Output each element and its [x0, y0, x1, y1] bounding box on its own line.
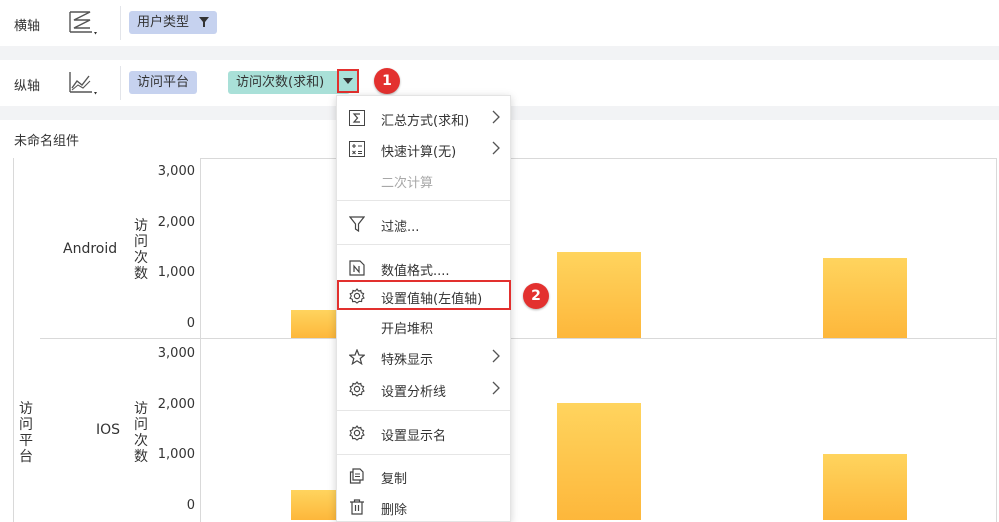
chevron-right-icon: [492, 349, 500, 363]
number-format-icon: [349, 260, 365, 276]
y-tick-label: 0: [186, 498, 195, 513]
star-icon: [349, 349, 365, 365]
menu-item-aggregation[interactable]: 汇总方式(求和): [337, 104, 510, 132]
y-tick-label: 3,000: [157, 164, 195, 179]
category-label-ios: IOS: [96, 422, 121, 438]
y-tick-label: 1,000: [157, 265, 195, 281]
trash-icon: [350, 499, 364, 515]
line-chart-selector-icon[interactable]: [66, 68, 98, 98]
bar[interactable]: [557, 251, 641, 338]
plot-border-top: [200, 158, 997, 159]
bar[interactable]: [823, 454, 907, 520]
y-tick-label: 3,000: [157, 346, 195, 361]
menu-item-special-display[interactable]: 特殊显示: [337, 343, 510, 371]
axis-gap: [0, 46, 999, 60]
x-axis-field-pill[interactable]: 用户类型: [129, 11, 218, 34]
filter-icon: [349, 216, 365, 232]
y-axis-label: 纵轴: [14, 79, 41, 94]
menu-separator: [337, 454, 510, 455]
axis-separator: [120, 6, 121, 40]
menu-item-set-value-axis[interactable]: 设置值轴(左值轴): [337, 282, 510, 310]
y-tick-label: 1,000: [157, 447, 195, 463]
x-axis-row: 横轴 用户类型: [0, 0, 999, 46]
menu-item-delete[interactable]: 删除: [337, 493, 510, 521]
chevron-right-icon: [492, 141, 500, 155]
y-axis-field-visits[interactable]: 访问次数(求和): [228, 71, 351, 94]
menu-item-analysis-line[interactable]: 设置分析线: [337, 375, 510, 403]
menu-separator: [337, 244, 510, 245]
menu-item-filter[interactable]: 过滤...: [337, 210, 510, 238]
plot-border-left: [200, 158, 201, 522]
caret-down-icon: [343, 78, 353, 84]
y-tick-label: 0: [186, 316, 195, 331]
gear-icon: [349, 288, 365, 304]
bar[interactable]: [823, 257, 907, 338]
sigma-icon: [349, 110, 365, 126]
field-dropdown-button[interactable]: [337, 69, 359, 93]
menu-item-enable-stacking[interactable]: 开启堆积: [337, 312, 510, 340]
step-badge-1: 1: [374, 68, 400, 94]
chevron-right-icon: [492, 110, 500, 124]
field-context-menu: 汇总方式(求和) 快速计算(无) 二次计算 过滤... 数值格式.... 设置值…: [336, 95, 511, 522]
chart-border-left: [13, 158, 14, 522]
menu-item-number-format[interactable]: 数值格式....: [337, 254, 510, 282]
y-tick-label: 2,000: [157, 396, 195, 412]
step-badge-2: 2: [523, 283, 549, 309]
menu-item-secondary-calc: 二次计算: [381, 176, 434, 191]
menu-item-copy[interactable]: 复制: [337, 462, 510, 490]
y-axis-field-label: 访问次数(求和): [236, 75, 325, 90]
axis-separator: [120, 66, 121, 100]
chevron-right-icon: [492, 381, 500, 395]
calculator-icon: [349, 141, 365, 157]
bar[interactable]: [557, 403, 641, 520]
gear-icon: [349, 425, 365, 441]
category-label-android: Android: [63, 241, 118, 257]
menu-separator: [337, 200, 510, 201]
menu-separator: [337, 410, 510, 411]
component-title: 未命名组件: [14, 134, 80, 149]
x-axis-field-label: 用户类型: [137, 15, 190, 30]
y-axis-field-label: 访问平台: [137, 75, 190, 90]
copy-icon: [349, 468, 364, 484]
gear-icon: [349, 381, 365, 397]
panel-divider: [40, 338, 997, 339]
chart-type-selector-icon[interactable]: [66, 8, 98, 38]
plot-border-right: [996, 158, 997, 522]
menu-item-display-name[interactable]: 设置显示名: [337, 419, 510, 447]
row-dimension-label: 访问平台: [19, 401, 33, 465]
menu-item-quick-calc[interactable]: 快速计算(无): [337, 135, 510, 163]
y-axis-field-platform[interactable]: 访问平台: [129, 71, 198, 94]
filter-icon: [199, 17, 210, 27]
y-tick-label: 2,000: [157, 214, 195, 230]
x-axis-label: 横轴: [14, 19, 41, 34]
